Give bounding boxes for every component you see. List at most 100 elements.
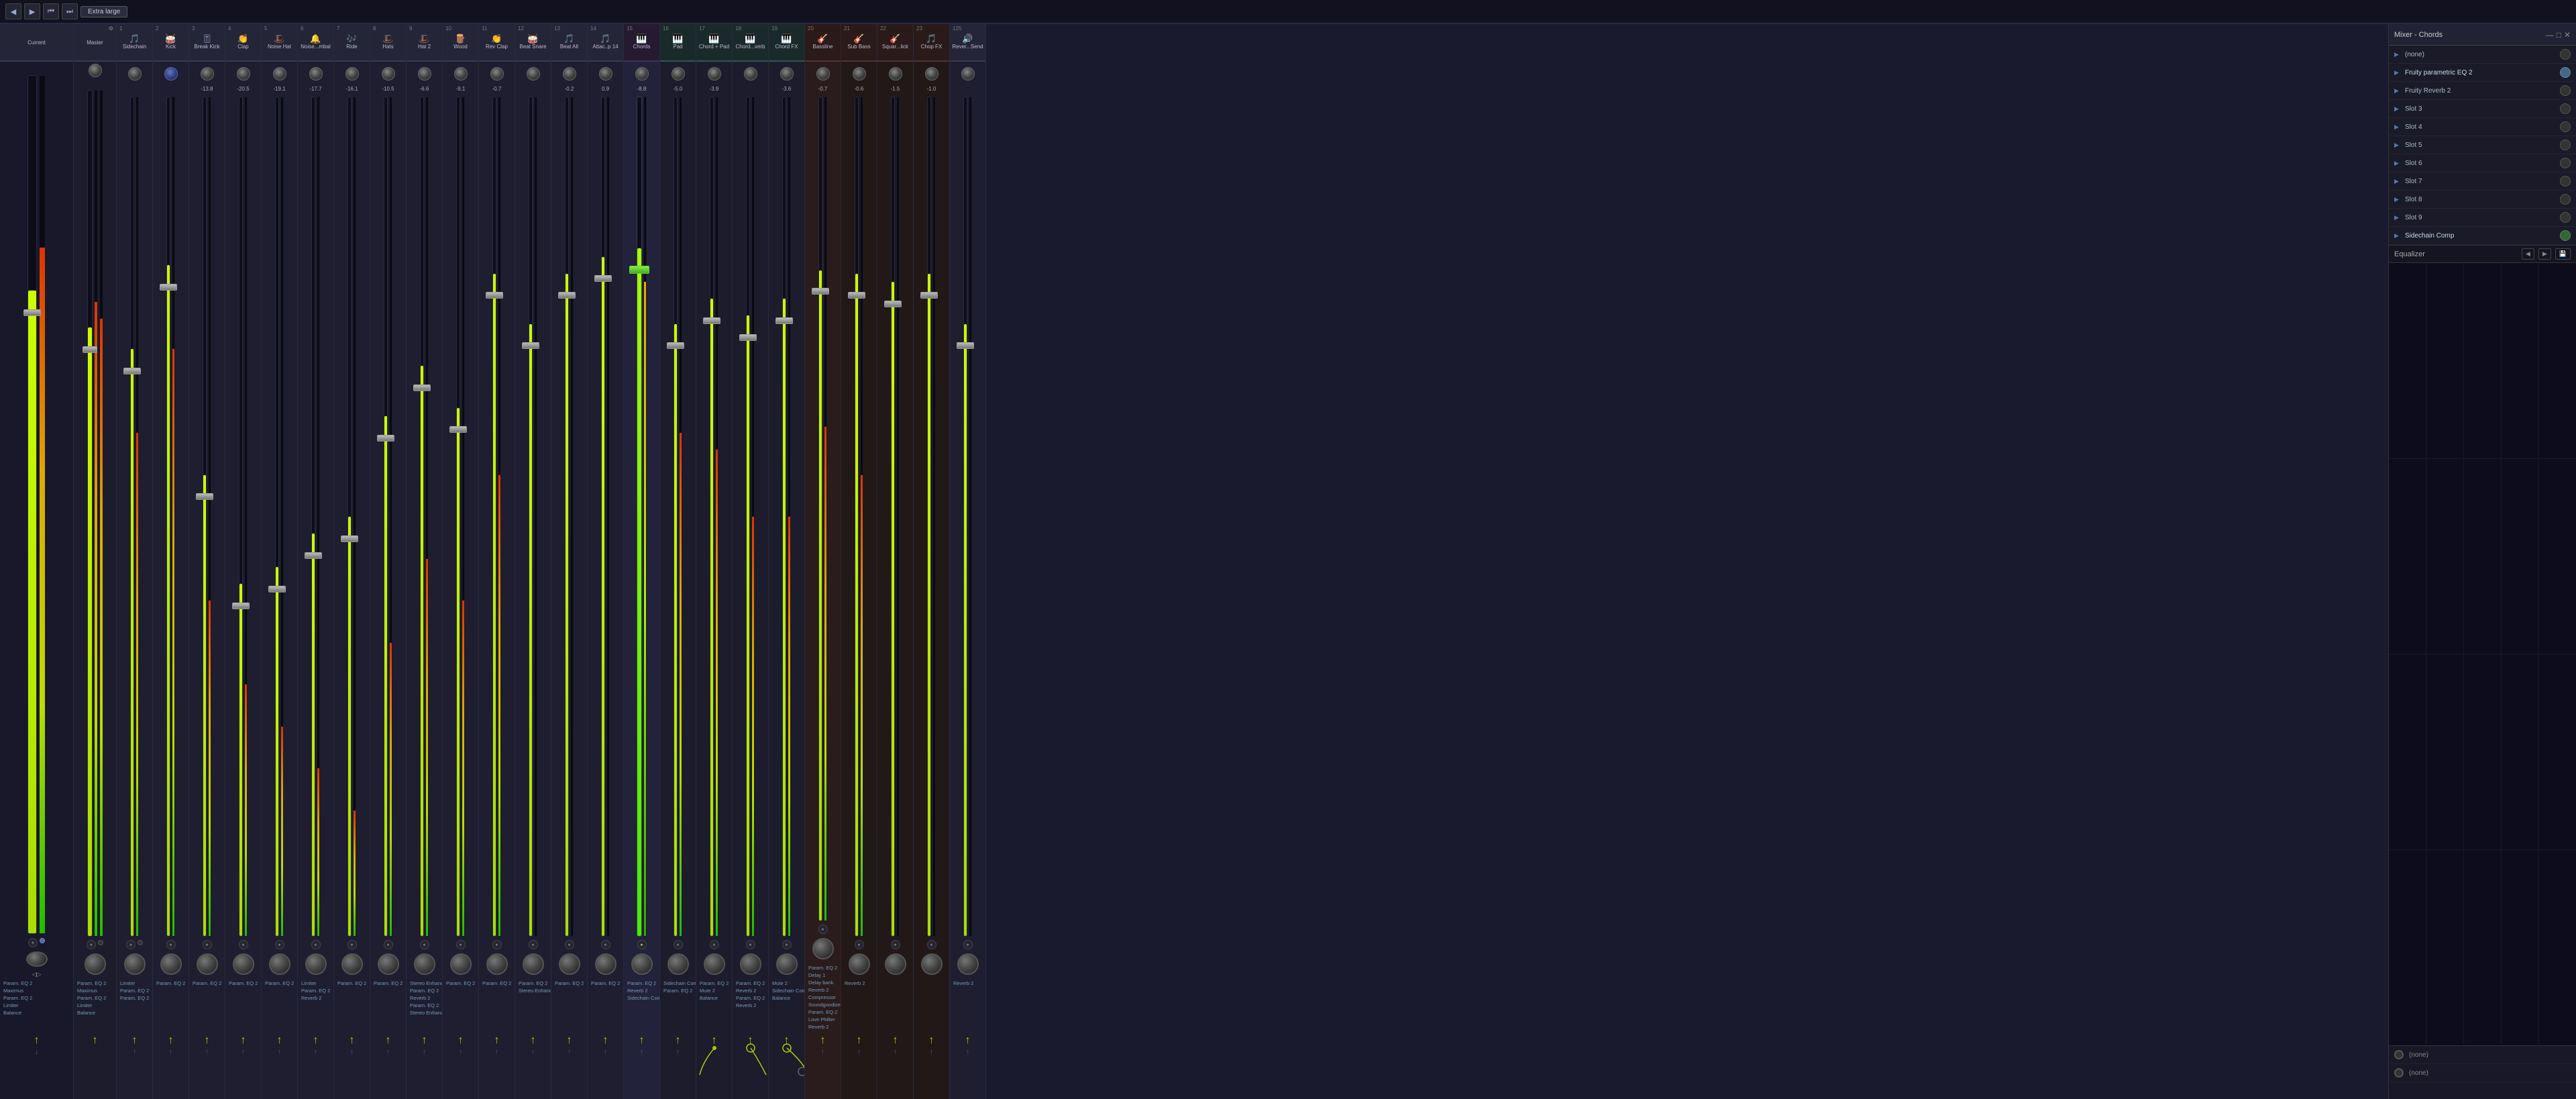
- mute-16[interactable]: ●: [674, 940, 683, 949]
- knob-4[interactable]: [237, 67, 250, 81]
- pan-4[interactable]: [233, 953, 254, 975]
- knob-18[interactable]: [744, 67, 757, 81]
- knob-9[interactable]: [418, 67, 431, 81]
- knob-3[interactable]: [201, 67, 214, 81]
- slot-9[interactable]: ▶ Slot 9: [2389, 209, 2576, 227]
- slot-8-toggle[interactable]: [2560, 194, 2571, 205]
- rp-minimize-button[interactable]: —: [2546, 30, 2554, 40]
- slot-fruity-reverb2[interactable]: ▶ Fruity Reverb 2: [2389, 82, 2576, 100]
- slot-fruity-eq2-toggle[interactable]: [2560, 67, 2571, 78]
- pan-23[interactable]: [921, 953, 943, 975]
- eq-prev-button[interactable]: ◀: [2522, 248, 2534, 260]
- slot-4[interactable]: ▶ Slot 4: [2389, 118, 2576, 136]
- mute-11[interactable]: ●: [492, 940, 502, 949]
- knob-7[interactable]: [345, 67, 359, 81]
- mute-21[interactable]: ●: [855, 940, 864, 949]
- mute-19[interactable]: ●: [782, 940, 792, 949]
- slot-7[interactable]: ▶ Slot 7: [2389, 172, 2576, 191]
- mute-master[interactable]: ●: [87, 940, 96, 949]
- pan-current[interactable]: [26, 951, 48, 967]
- slot-5[interactable]: ▶ Slot 5: [2389, 136, 2576, 154]
- slot-7-toggle[interactable]: [2560, 176, 2571, 187]
- mute-13[interactable]: ●: [565, 940, 574, 949]
- pan-14[interactable]: [595, 953, 616, 975]
- slot-sidechain-comp[interactable]: ▶ Sidechain Comp: [2389, 227, 2576, 245]
- mute-2[interactable]: ●: [166, 940, 176, 949]
- knob-22[interactable]: [889, 67, 902, 81]
- mute-18[interactable]: ●: [746, 940, 755, 949]
- slot-sidechain-comp-toggle[interactable]: [2560, 230, 2571, 241]
- knob-125[interactable]: [961, 67, 975, 81]
- pan-master[interactable]: [85, 953, 106, 975]
- end-button[interactable]: ⏭: [62, 3, 78, 19]
- slot-none-top[interactable]: ▶ (none): [2389, 46, 2576, 64]
- slot-6-toggle[interactable]: [2560, 158, 2571, 168]
- pan-3[interactable]: [197, 953, 218, 975]
- send-down-current[interactable]: ↓: [35, 1048, 39, 1056]
- mute-1[interactable]: ●: [126, 940, 136, 949]
- pan-12[interactable]: [523, 953, 544, 975]
- knob-8[interactable]: [382, 67, 395, 81]
- mute-6[interactable]: ●: [311, 940, 321, 949]
- knob-16[interactable]: [672, 67, 685, 81]
- mute-15[interactable]: ●: [637, 940, 647, 949]
- knob-21[interactable]: [853, 67, 866, 81]
- pan-5[interactable]: [269, 953, 290, 975]
- mute-7[interactable]: ●: [347, 940, 357, 949]
- mute-current[interactable]: ●: [28, 938, 38, 947]
- knob-master-volume[interactable]: [89, 64, 102, 77]
- pan-22[interactable]: [885, 953, 906, 975]
- knob-20[interactable]: [816, 67, 830, 81]
- slot-3-toggle[interactable]: [2560, 103, 2571, 114]
- eq-next-button[interactable]: ▶: [2538, 248, 2551, 260]
- slot-4-toggle[interactable]: [2560, 121, 2571, 132]
- knob-15[interactable]: [635, 67, 649, 81]
- knob-11[interactable]: [490, 67, 504, 81]
- pan-125[interactable]: [957, 953, 979, 975]
- slot-none-toggle[interactable]: [2560, 49, 2571, 60]
- mute-5[interactable]: ●: [275, 940, 284, 949]
- knob-17[interactable]: [708, 67, 721, 81]
- send-up-current[interactable]: ↑: [34, 1035, 40, 1047]
- pan-16[interactable]: [667, 953, 689, 975]
- mute-3[interactable]: ●: [203, 940, 212, 949]
- knob-5[interactable]: [273, 67, 286, 81]
- pan-10[interactable]: [450, 953, 472, 975]
- slot-6[interactable]: ▶ Slot 6: [2389, 154, 2576, 172]
- pan-21[interactable]: [849, 953, 870, 975]
- mute-23[interactable]: ●: [927, 940, 936, 949]
- knob-2[interactable]: [164, 67, 178, 81]
- mute-125[interactable]: ●: [963, 940, 973, 949]
- knob-19[interactable]: [780, 67, 794, 81]
- pan-19[interactable]: [776, 953, 798, 975]
- slot-5-toggle[interactable]: [2560, 140, 2571, 150]
- rp-close-button[interactable]: ✕: [2564, 30, 2571, 40]
- forward-button[interactable]: ▶: [24, 3, 40, 19]
- rp-maximize-button[interactable]: □: [2557, 30, 2561, 40]
- mute-17[interactable]: ●: [710, 940, 719, 949]
- pan-9[interactable]: [414, 953, 435, 975]
- slot-3[interactable]: ▶ Slot 3: [2389, 100, 2576, 118]
- pan-7[interactable]: [341, 953, 363, 975]
- pan-1[interactable]: [124, 953, 146, 975]
- knob-13[interactable]: [563, 67, 576, 81]
- knob-23[interactable]: [925, 67, 938, 81]
- eq-save-button[interactable]: 💾: [2555, 248, 2571, 260]
- knob-12[interactable]: [527, 67, 540, 81]
- mute-10[interactable]: ●: [456, 940, 466, 949]
- mute-8[interactable]: ●: [384, 940, 393, 949]
- knob-6[interactable]: [309, 67, 323, 81]
- pan-11[interactable]: [486, 953, 508, 975]
- knob-10[interactable]: [454, 67, 468, 81]
- slot-fruity-reverb2-toggle[interactable]: [2560, 85, 2571, 96]
- send-up-master[interactable]: ↑: [93, 1035, 98, 1047]
- pan-17[interactable]: [704, 953, 725, 975]
- pan-15[interactable]: [631, 953, 653, 975]
- pan-2[interactable]: [160, 953, 182, 975]
- pan-20[interactable]: [812, 938, 834, 959]
- pan-8[interactable]: [378, 953, 399, 975]
- slot-8[interactable]: ▶ Slot 8: [2389, 191, 2576, 209]
- knob-1[interactable]: [128, 67, 142, 81]
- mute-22[interactable]: ●: [891, 940, 900, 949]
- slot-9-toggle[interactable]: [2560, 212, 2571, 223]
